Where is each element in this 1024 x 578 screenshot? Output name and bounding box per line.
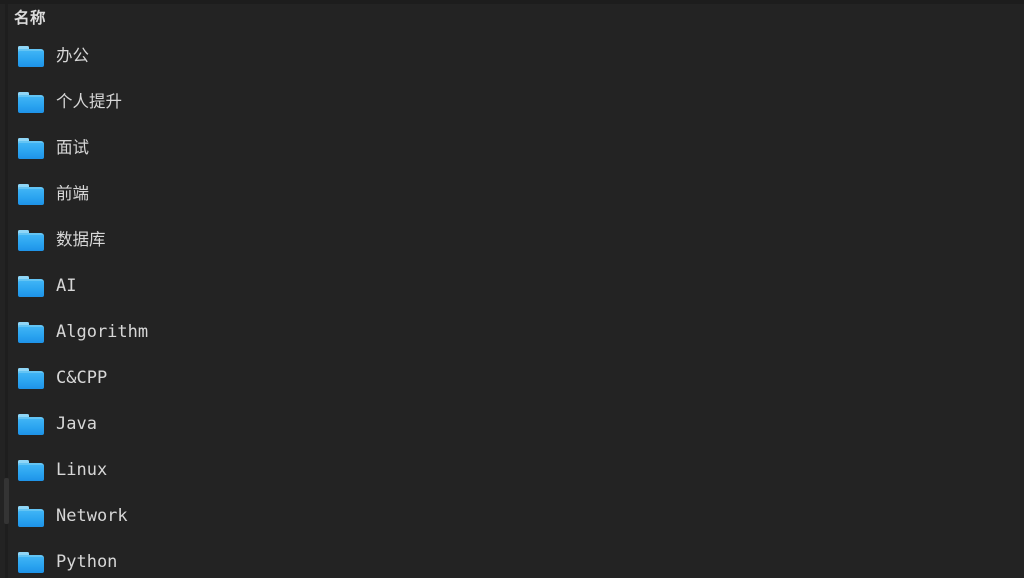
- list-item-label: Network: [56, 505, 128, 526]
- list-item-label: Python: [56, 551, 118, 572]
- list-item[interactable]: 面试: [0, 125, 1024, 171]
- list-item[interactable]: Algorithm: [0, 309, 1024, 355]
- folder-icon: [18, 321, 44, 343]
- list-item-label: Algorithm: [56, 321, 149, 342]
- list-item[interactable]: Python: [0, 539, 1024, 578]
- folder-icon: [18, 91, 44, 113]
- list-item[interactable]: AI: [0, 263, 1024, 309]
- folder-icon: [18, 137, 44, 159]
- list-item[interactable]: 个人提升: [0, 79, 1024, 125]
- list-item[interactable]: 前端: [0, 171, 1024, 217]
- list-item-label: Linux: [56, 459, 108, 480]
- folder-icon: [18, 45, 44, 67]
- list-item[interactable]: Network: [0, 493, 1024, 539]
- list-item-label: 面试: [56, 137, 89, 157]
- list-item[interactable]: 办公: [0, 33, 1024, 79]
- folder-icon: [18, 505, 44, 527]
- folder-icon: [18, 183, 44, 205]
- folder-icon: [18, 459, 44, 481]
- file-browser-pane: 名称 办公个人提升面试前端数据库 AI Algorithm C&CPP Java Linu…: [0, 0, 1024, 578]
- list-item-label: 数据库: [56, 229, 106, 249]
- list-item-label: 个人提升: [56, 91, 122, 111]
- list-item[interactable]: 数据库: [0, 217, 1024, 263]
- list-item-label: Java: [56, 413, 97, 434]
- list-item[interactable]: Java: [0, 401, 1024, 447]
- column-header-name[interactable]: 名称: [14, 5, 46, 31]
- folder-icon: [18, 551, 44, 573]
- list-item-label: AI: [56, 275, 77, 296]
- list-item[interactable]: Linux: [0, 447, 1024, 493]
- folder-icon: [18, 229, 44, 251]
- list-item-label: 办公: [56, 45, 89, 65]
- folder-icon: [18, 367, 44, 389]
- list-item-label: 前端: [56, 183, 89, 203]
- folder-icon: [18, 275, 44, 297]
- list-item[interactable]: C&CPP: [0, 355, 1024, 401]
- list-item-label: C&CPP: [56, 367, 108, 388]
- folder-icon: [18, 413, 44, 435]
- pane-top-edge: [0, 0, 1024, 4]
- file-list: 办公个人提升面试前端数据库 AI Algorithm C&CPP Java Linux Ne…: [0, 33, 1024, 578]
